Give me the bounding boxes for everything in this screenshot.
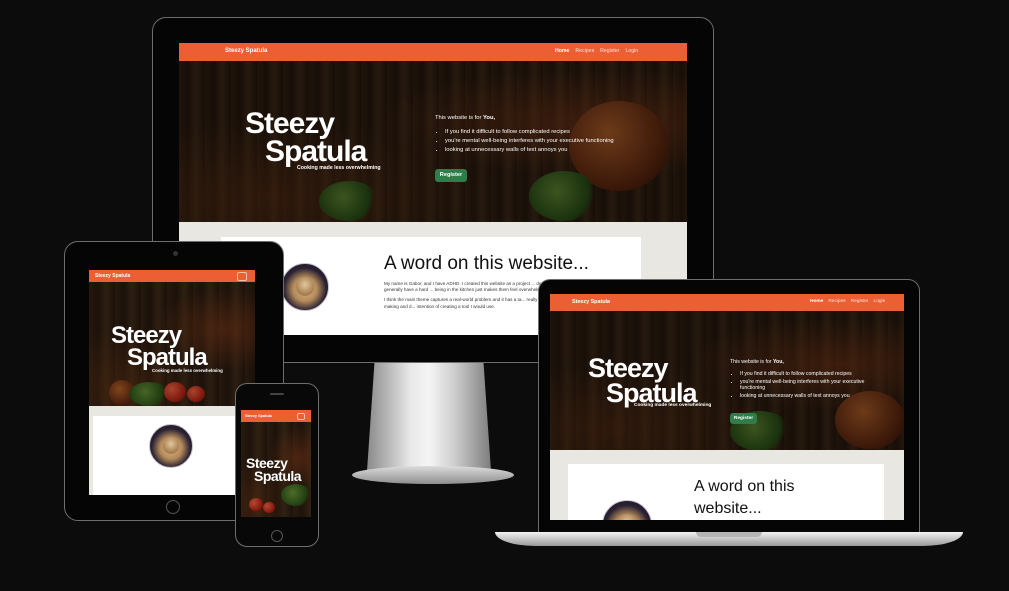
hero-info: This website is for You, If you find it … xyxy=(730,359,890,399)
logo-line-2: Spatula xyxy=(127,344,208,371)
phone-screen: Steezy Spatula Steezy Spatula xyxy=(241,410,311,517)
nav-register[interactable]: Register xyxy=(851,299,869,304)
hero-point: If you find it difficult to follow compl… xyxy=(445,129,675,135)
navbar: Steezy Spatula Home Recipes Register Log… xyxy=(179,43,687,61)
tablet-screen: Steezy Spatula Steezy Spatula Cooking ma… xyxy=(89,270,255,495)
navbar: Steezy Spatula Home Recipes Register Log… xyxy=(550,294,904,311)
tablet-home-button[interactable] xyxy=(166,500,180,514)
brand-link[interactable]: Steezy Spatula xyxy=(225,48,267,54)
hamburger-menu-button[interactable] xyxy=(237,272,247,281)
hero-point: looking at unnecessary walls of text ann… xyxy=(740,393,890,399)
nav-recipes[interactable]: Recipes xyxy=(575,48,594,54)
logo-tagline: Cooking made less overwhelming xyxy=(152,368,223,373)
hero-point: looking at unnecessary walls of text ann… xyxy=(445,147,675,153)
register-button[interactable]: Register xyxy=(435,169,467,182)
hamburger-menu-button[interactable] xyxy=(297,413,305,420)
hero-section: Steezy Spatula Cooking made less overwhe… xyxy=(89,282,255,406)
logo-tagline: Cooking made less overwhelming xyxy=(634,403,712,408)
laptop-notch xyxy=(696,532,762,537)
about-card: A word on this website... xyxy=(568,464,884,520)
nav-home[interactable]: Home xyxy=(555,48,569,54)
tablet-camera xyxy=(173,251,178,256)
phone-speaker xyxy=(270,393,284,395)
logo-line-2: Spatula xyxy=(254,468,302,484)
monitor-stand xyxy=(367,363,491,471)
navbar: Steezy Spatula xyxy=(89,270,255,282)
about-title: A word on this website... xyxy=(384,253,589,274)
monitor-foot xyxy=(352,466,514,484)
hero-point: If you find it difficult to follow compl… xyxy=(740,371,890,377)
phone-home-button[interactable] xyxy=(271,530,283,542)
profile-avatar xyxy=(149,424,193,468)
nav-recipes[interactable]: Recipes xyxy=(828,299,845,304)
hero-section: Steezy Spatula Cooking made less overwhe… xyxy=(179,61,687,222)
hero-info: This website is for You, If you find it … xyxy=(435,115,675,153)
hero-intro: This website is for You, xyxy=(730,359,784,365)
about-title-line-1: A word on this xyxy=(694,478,795,495)
profile-avatar xyxy=(602,500,652,520)
nav-login[interactable]: Login xyxy=(626,48,639,54)
nav-register[interactable]: Register xyxy=(600,48,619,54)
nav-login[interactable]: Login xyxy=(874,299,886,304)
nav-home[interactable]: Home xyxy=(810,299,823,304)
register-button[interactable]: Register xyxy=(730,413,757,424)
hero-point: you're mental well-being interferes with… xyxy=(740,379,890,391)
logo-line-2: Spatula xyxy=(265,135,367,168)
logo-tagline: Cooking made less overwhelming xyxy=(297,165,381,171)
brand-link[interactable]: Steezy Spatula xyxy=(95,273,130,279)
navbar: Steezy Spatula xyxy=(241,410,311,422)
about-title-line-2: website... xyxy=(694,500,762,517)
hero-section: Steezy Spatula Cooking made less overwhe… xyxy=(550,311,904,450)
about-card xyxy=(93,416,241,495)
hero-section: Steezy Spatula xyxy=(241,422,311,517)
profile-avatar xyxy=(281,263,329,311)
brand-link[interactable]: Steezy Spatula xyxy=(572,299,610,305)
laptop-screen: Steezy Spatula Home Recipes Register Log… xyxy=(550,294,904,520)
hero-intro: This website is for You, xyxy=(435,115,496,121)
hero-point: you're mental well-being interferes with… xyxy=(445,138,675,144)
brand-link[interactable]: Steezy Spatula xyxy=(245,414,272,418)
